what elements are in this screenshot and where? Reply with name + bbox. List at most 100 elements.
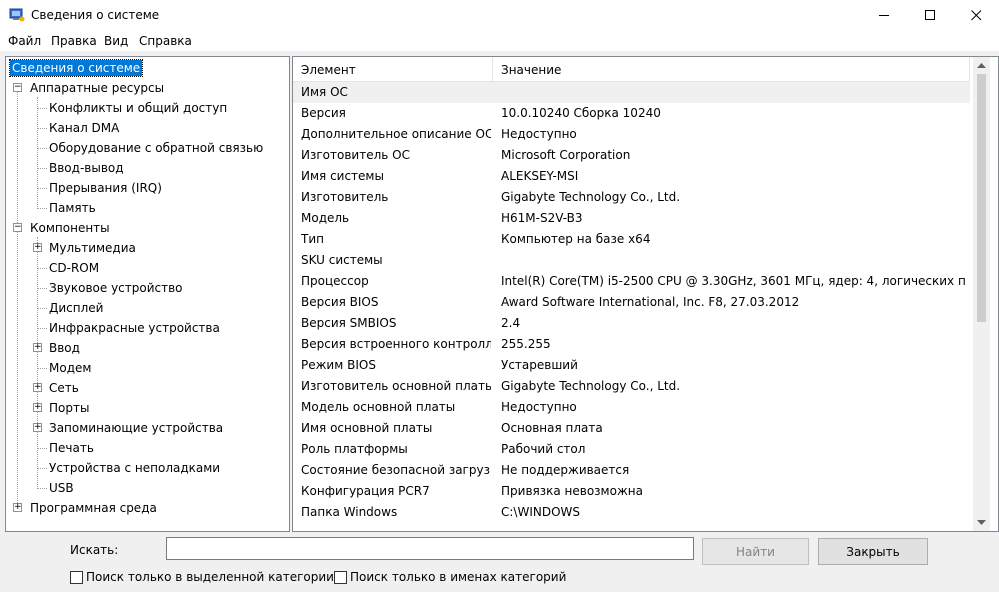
cell-item: Конфигурация PCR7 [301, 484, 430, 498]
scroll-down-arrow-icon[interactable] [973, 514, 990, 531]
table-row[interactable]: Версия встроенного контролл... 255.255 [293, 334, 970, 355]
scroll-thumb[interactable] [977, 74, 986, 322]
tree-item[interactable]: Мультимедиа [49, 238, 136, 258]
cell-value: Gigabyte Technology Co., Ltd. [501, 379, 681, 393]
tree-item[interactable]: Инфракрасные устройства [49, 318, 220, 338]
tree-item[interactable]: Ввод-вывод [49, 158, 124, 178]
tree-item[interactable]: Программная среда [30, 498, 157, 518]
cell-value: 2.4 [501, 316, 521, 330]
tree-item-label: CD-ROM [49, 261, 100, 275]
category-tree[interactable]: Сведения о системе Аппаратные ресурсы − Кон… [5, 56, 290, 532]
maximize-button[interactable] [907, 0, 953, 31]
cell-item: Состояние безопасной загруз... [301, 463, 491, 477]
cell-item: Модель основной платы [301, 400, 456, 414]
tree-item-label: Запоминающие устройства [49, 421, 224, 435]
tree-item[interactable]: Порты [49, 398, 89, 418]
menu-help[interactable]: Справка [139, 34, 192, 48]
expand-icon[interactable]: + [13, 503, 22, 512]
collapse-icon[interactable]: − [13, 83, 22, 92]
table-row[interactable]: Имя основной платы Основная плата [293, 418, 970, 439]
tree-item[interactable]: Ввод [49, 338, 80, 358]
tree-item[interactable]: Аппаратные ресурсы [30, 78, 164, 98]
expand-icon[interactable]: + [33, 423, 42, 432]
tree-item-label: Память [49, 201, 96, 215]
cell-value: Компьютер на базе x64 [501, 232, 651, 246]
cell-value: Не поддерживается [501, 463, 630, 477]
cell-value: H61M-S2V-B3 [501, 211, 583, 225]
menu-view[interactable]: Вид [104, 34, 128, 48]
tree-item[interactable]: Оборудование с обратной связью [49, 138, 263, 158]
table-row[interactable]: Процессор Intel(R) Core(TM) i5-2500 CPU @… [293, 271, 970, 292]
column-header-item[interactable]: Элемент [293, 57, 493, 81]
tree-item[interactable]: USB [49, 478, 74, 498]
cell-item: Режим BIOS [301, 358, 376, 372]
search-input[interactable] [166, 537, 694, 560]
tree-item[interactable]: Канал DMA [49, 118, 119, 138]
close-window-button[interactable] [953, 0, 999, 31]
table-row[interactable]: Модель основной платы Недоступно [293, 397, 970, 418]
table-row[interactable]: Изготовитель Gigabyte Technology Co., Ltd… [293, 187, 970, 208]
expand-icon[interactable]: + [33, 383, 42, 392]
table-row[interactable]: Роль платформы Рабочий стол [293, 439, 970, 460]
tree-item[interactable]: Устройства с неполадками [49, 458, 220, 478]
table-row[interactable]: Версия 10.0.10240 Сборка 10240 [293, 103, 970, 124]
cell-item: SKU системы [301, 253, 383, 267]
table-row[interactable]: Версия BIOS Award Software International,… [293, 292, 970, 313]
tree-item-label: USB [49, 481, 74, 495]
table-row[interactable]: Дополнительное описание ОС Недоступно [293, 124, 970, 145]
search-label: Искать: [70, 543, 119, 557]
table-row[interactable]: Тип Компьютер на базе x64 [293, 229, 970, 250]
tree-item[interactable]: Модем [49, 358, 91, 378]
table-row[interactable]: Конфигурация PCR7 Привязка невозможна [293, 481, 970, 502]
tree-item[interactable]: Сеть [49, 378, 79, 398]
table-row[interactable]: Модель H61M-S2V-B3 [293, 208, 970, 229]
collapse-icon[interactable]: − [13, 223, 22, 232]
minimize-button[interactable] [861, 0, 907, 31]
cell-item: Процессор [301, 274, 369, 288]
tree-item[interactable]: Печать [49, 438, 94, 458]
tree-item[interactable]: Конфликты и общий доступ [49, 98, 227, 118]
tree-item[interactable]: Компоненты [30, 218, 110, 238]
table-row[interactable]: Имя ОС [293, 82, 970, 103]
cell-item: Версия BIOS [301, 295, 379, 309]
table-row[interactable]: SKU системы [293, 250, 970, 271]
tree-item[interactable]: Сведения о системе [8, 58, 144, 78]
expand-icon[interactable]: + [33, 243, 42, 252]
vertical-scrollbar[interactable] [973, 57, 990, 531]
tree-item[interactable]: Прерывания (IRQ) [49, 178, 162, 198]
cell-item: Изготовитель основной платы [301, 379, 491, 393]
tree-item[interactable]: Память [49, 198, 96, 218]
tree-item[interactable]: CD-ROM [49, 258, 99, 278]
cell-value: Привязка невозможна [501, 484, 643, 498]
column-header-value[interactable]: Значение [493, 57, 970, 81]
menu-edit[interactable]: Правка [51, 34, 97, 48]
tree-item-label: Устройства с неполадками [49, 461, 221, 475]
search-selected-category-checkbox[interactable] [70, 571, 83, 584]
close-button[interactable]: Закрыть [818, 538, 928, 565]
tree-item[interactable]: Запоминающие устройства [49, 418, 223, 438]
expand-icon[interactable]: + [33, 343, 42, 352]
cell-item: Имя системы [301, 169, 384, 183]
cell-item: Имя ОС [301, 85, 348, 99]
table-row[interactable]: Изготовитель основной платы Gigabyte Tech… [293, 376, 970, 397]
search-category-names-checkbox[interactable] [334, 571, 347, 584]
menu-file[interactable]: Файл [8, 34, 41, 48]
scroll-up-arrow-icon[interactable] [973, 57, 990, 74]
expand-icon[interactable]: + [33, 403, 42, 412]
table-row[interactable]: Папка Windows C:\WINDOWS [293, 502, 970, 523]
cell-value: Intel(R) Core(TM) i5-2500 CPU @ 3.30GHz,… [501, 274, 966, 288]
cell-value: Gigabyte Technology Co., Ltd. [501, 190, 681, 204]
table-row[interactable]: Версия SMBIOS 2.4 [293, 313, 970, 334]
table-row[interactable]: Состояние безопасной загруз... Не поддерж… [293, 460, 970, 481]
tree-item[interactable]: Дисплей [49, 298, 103, 318]
tree-item[interactable]: Звуковое устройство [49, 278, 183, 298]
cell-value: Award Software International, Inc. F8, 2… [501, 295, 800, 309]
tree-item-label: Модем [49, 361, 92, 375]
cell-value: Рабочий стол [501, 442, 586, 456]
tree-item-label: Звуковое устройство [49, 281, 183, 295]
cell-value: Microsoft Corporation [501, 148, 631, 162]
table-row[interactable]: Режим BIOS Устаревший [293, 355, 970, 376]
table-row[interactable]: Изготовитель ОС Microsoft Corporation [293, 145, 970, 166]
table-row[interactable]: Имя системы ALEKSEY-MSI [293, 166, 970, 187]
find-button[interactable]: Найти [702, 538, 809, 565]
